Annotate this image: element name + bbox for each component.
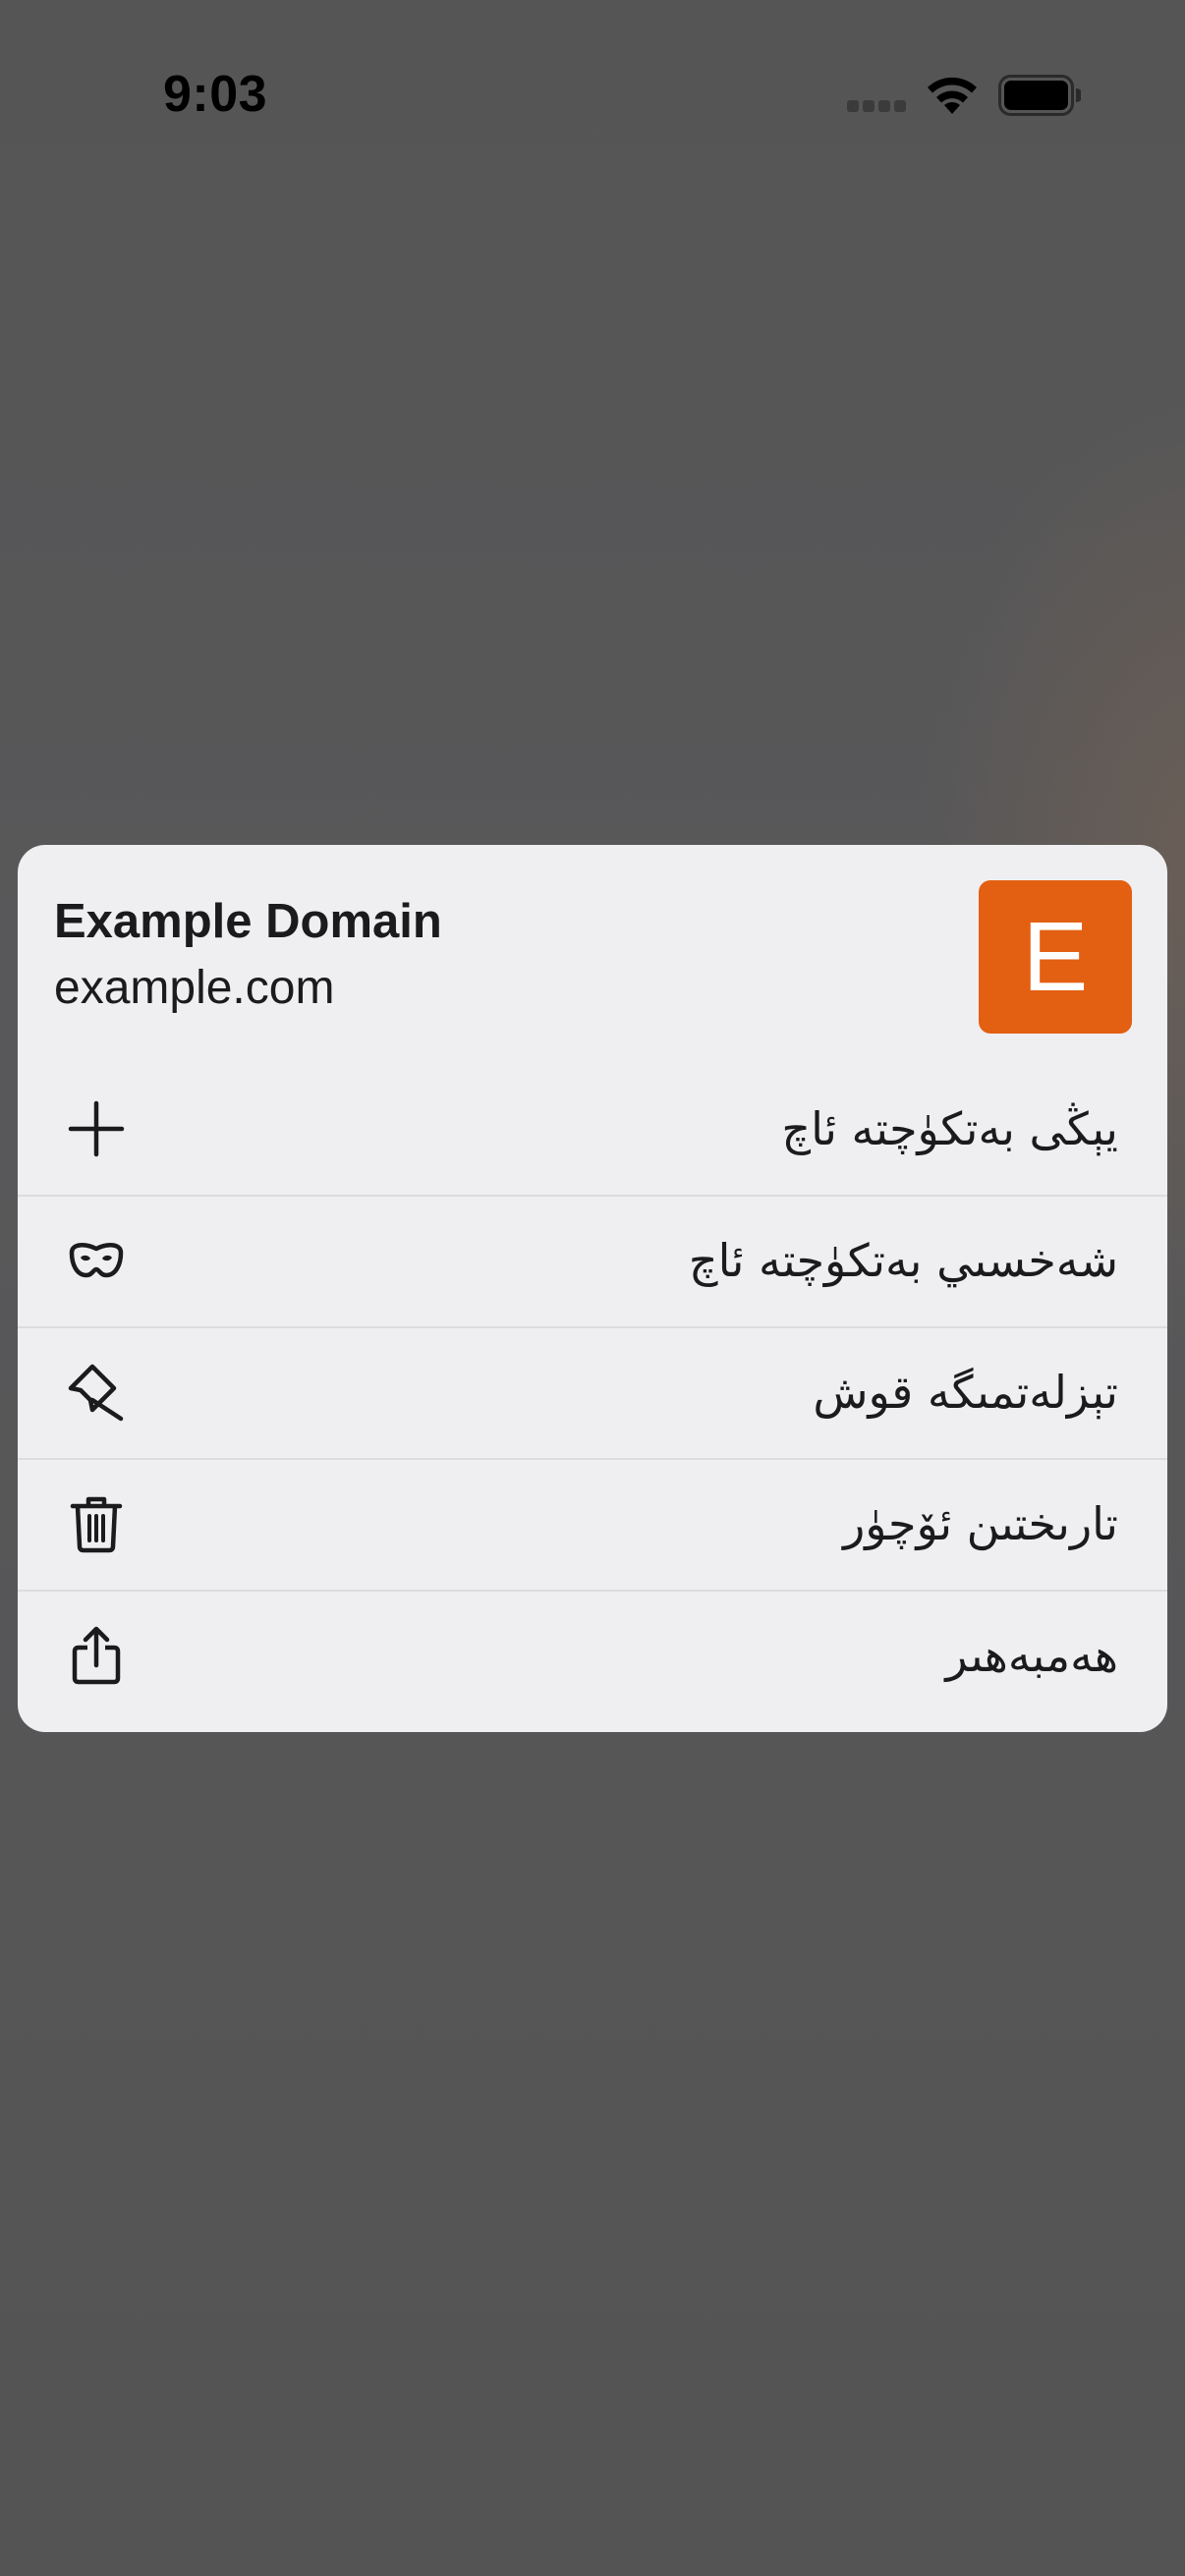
link-context-menu: Example Domain example.com E يېڭى بەتكۈچ… [18, 845, 1167, 1732]
menu-item-label: تېزلەتمىگە قوش [813, 1366, 1118, 1419]
menu-item-label: تارىختىن ئۆچۈر [843, 1497, 1118, 1550]
divider [18, 1195, 1167, 1197]
site-title: Example Domain [54, 895, 442, 948]
wifi-icon [928, 77, 977, 114]
share-icon [72, 1626, 121, 1685]
menu-item-label: شەخسىي بەتكۈچتە ئاچ [688, 1234, 1118, 1287]
divider [18, 1326, 1167, 1328]
menu-item-label: يېڭى بەتكۈچتە ئاچ [781, 1102, 1118, 1155]
plus-icon [68, 1100, 125, 1157]
private-mask-icon [69, 1243, 124, 1278]
divider [18, 1458, 1167, 1460]
menu-item-share[interactable]: ھەمبەھىر [18, 1590, 1167, 1721]
site-favicon: E [979, 880, 1132, 1034]
status-time: 9:03 [163, 66, 268, 123]
cellular-signal-icon [847, 100, 906, 112]
menu-header: Example Domain example.com E [18, 845, 1167, 1063]
trash-icon [70, 1496, 123, 1553]
divider [18, 1590, 1167, 1592]
site-domain: example.com [54, 962, 335, 1014]
pin-icon [68, 1364, 124, 1422]
status-bar: 9:03 [0, 0, 1185, 167]
menu-item-open-private-tab[interactable]: شەخسىي بەتكۈچتە ئاچ [18, 1195, 1167, 1326]
menu-item-label: ھەمبەھىر [945, 1629, 1118, 1682]
menu-item-delete-from-history[interactable]: تارىختىن ئۆچۈر [18, 1458, 1167, 1590]
battery-icon [998, 75, 1081, 116]
menu-item-open-new-tab[interactable]: يېڭى بەتكۈچتە ئاچ [18, 1063, 1167, 1195]
menu-item-add-to-shortcuts[interactable]: تېزلەتمىگە قوش [18, 1326, 1167, 1458]
